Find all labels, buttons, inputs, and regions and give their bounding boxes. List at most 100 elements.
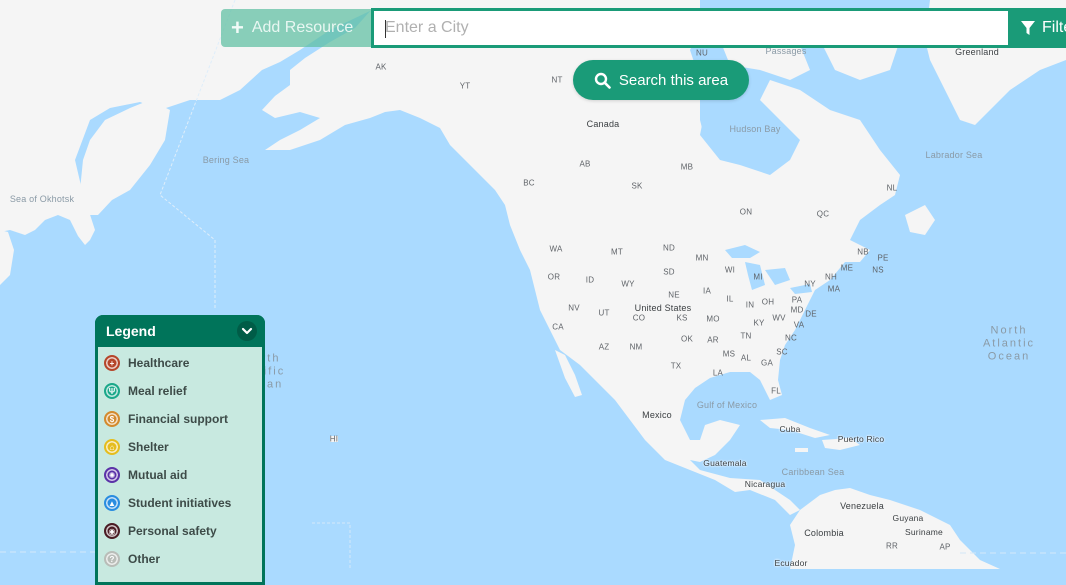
map-label-nt: NT [551, 75, 563, 85]
map-label-ga: GA [761, 358, 773, 368]
map-label-tx: TX [670, 361, 682, 371]
map-label-labrador-sea: Labrador Sea [925, 150, 983, 160]
map-label-guatemala: Guatemala [703, 458, 747, 468]
map-label-rr: RR [886, 541, 898, 551]
map-label-al: AL [740, 353, 752, 363]
legend-item-label: Student initiatives [128, 496, 232, 510]
map-label-il: IL [726, 294, 734, 304]
map-label-nv: NV [568, 303, 580, 313]
map-label-north-atlantic-ocean: North Atlantic Ocean [982, 324, 1036, 363]
search-this-area-label: Search this area [618, 71, 729, 89]
map-label-bering-sea: Bering Sea [202, 155, 250, 165]
plus-icon: + [231, 15, 244, 40]
text-caret [385, 20, 386, 38]
filter-label: Filter [1042, 19, 1066, 36]
filter-icon [1021, 21, 1035, 35]
map-label-pe: PE [877, 253, 889, 263]
city-search-field[interactable] [371, 8, 1011, 48]
map-label-nu: NU [696, 48, 708, 58]
map-label-sc: SC [776, 347, 788, 357]
map-label-ca: CA [552, 322, 564, 332]
map-label-co: CO [632, 313, 646, 323]
map-label-mb: MB [680, 162, 694, 172]
map-label-qc: QC [816, 209, 830, 219]
map-label-puerto-rico: Puerto Rico [837, 434, 885, 444]
map-label-suriname: Suriname [905, 527, 943, 537]
map-label-cuba: Cuba [779, 424, 801, 434]
map-label-va: VA [793, 320, 805, 330]
map-label-wa: WA [549, 244, 563, 254]
map-label-nl: NL [886, 183, 898, 193]
map-label-nc: NC [785, 333, 797, 343]
map-label-ns: NS [872, 265, 884, 275]
map-label-mo: MO [706, 314, 720, 324]
filter-button[interactable]: Filter [1010, 8, 1066, 48]
map-label-ab: AB [579, 159, 591, 169]
chevron-down-icon [241, 327, 253, 335]
legend-title: Legend [106, 323, 156, 339]
question-icon: ? [104, 551, 120, 567]
map-label-ak: AK [375, 62, 387, 72]
map-label-bc: BC [523, 178, 535, 188]
map-label-ms: MS [722, 349, 736, 359]
map-label-ut: UT [598, 308, 610, 318]
map-label-nh: NH [825, 272, 837, 282]
map-label-ks: KS [676, 313, 688, 323]
shield-icon: ◉ [104, 523, 120, 539]
map-label-me: ME [840, 263, 854, 273]
map-label-greenland: Greenland [955, 47, 999, 57]
map-label-mn: MN [695, 253, 709, 263]
legend-item-label: Healthcare [128, 356, 190, 370]
legend-item-label: Shelter [128, 440, 169, 454]
legend-item-label: Mutual aid [128, 468, 188, 482]
dollar-icon: $ [104, 411, 120, 427]
search-icon [594, 72, 611, 89]
add-resource-button[interactable]: + Add Resource [221, 9, 371, 47]
map-label-nicaragua: Nicaragua [744, 479, 786, 489]
legend-item: ⌂ Shelter [104, 433, 231, 461]
map-label-in: IN [745, 300, 755, 310]
legend-list: + Healthcare Ψ Meal relief $ Financial suppor… [104, 349, 231, 573]
legend-item: ▲ Student initiatives [104, 489, 231, 517]
legend-item: $ Financial support [104, 405, 231, 433]
map-label-yt: YT [459, 81, 471, 91]
legend-item: + Healthcare [104, 349, 231, 377]
map-label-id: ID [585, 275, 595, 285]
map-label-pa: PA [791, 295, 803, 305]
map-label-nd: ND [663, 243, 675, 253]
legend-item-label: Meal relief [128, 384, 187, 398]
medical-cross-icon: + [104, 355, 120, 371]
map-label-venezuela: Venezuela [840, 501, 884, 511]
map-label-fl: FL [771, 386, 781, 396]
map-label-mi: MI [753, 272, 763, 282]
map-label-sd: SD [663, 267, 675, 277]
map-label-oh: OH [761, 297, 775, 307]
map-label-de: DE [805, 309, 817, 319]
search-this-area-button[interactable]: Search this area [573, 60, 749, 100]
legend-collapse-button[interactable] [237, 321, 257, 341]
legend-item-label: Financial support [128, 412, 229, 426]
map-label-tn: TN [740, 331, 752, 341]
map-label-canada: Canada [586, 119, 620, 129]
map-label-ar: AR [707, 335, 719, 345]
map-label-gulf-of-mexico: Gulf of Mexico [696, 400, 758, 410]
graduation-cap-icon: ▲ [104, 495, 120, 511]
map-label-ny: NY [804, 279, 816, 289]
legend-item-label: Other [128, 552, 161, 566]
map-label-on: ON [739, 207, 753, 217]
map-label-nb: NB [857, 247, 869, 257]
legend-header[interactable]: Legend [95, 315, 265, 347]
city-input[interactable] [374, 11, 1008, 45]
legend-item: ✺ Mutual aid [104, 461, 231, 489]
map-label-wi: WI [724, 265, 736, 275]
map-label-ky: KY [753, 318, 765, 328]
legend-item: ◉ Personal safety [104, 517, 231, 545]
map-label-hi: HI [329, 434, 339, 444]
house-icon: ⌂ [104, 439, 120, 455]
map-label-sea-of-okhotsk: Sea of Okhotsk [9, 194, 75, 204]
legend-item: Ψ Meal relief [104, 377, 231, 405]
fork-knife-icon: Ψ [104, 383, 120, 399]
map-label-wv: WV [772, 313, 786, 323]
map-label-md: MD [790, 305, 804, 315]
map-label-guyana: Guyana [892, 513, 924, 523]
